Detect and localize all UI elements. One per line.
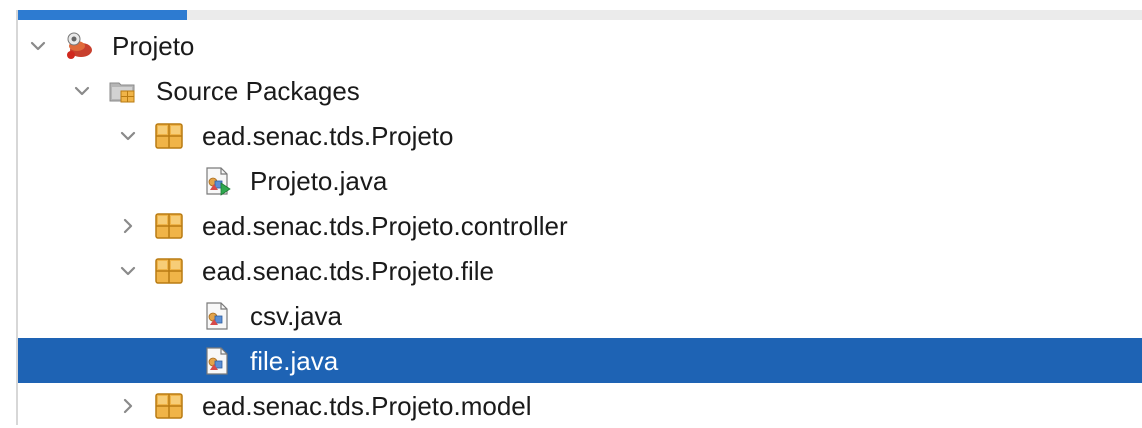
tree-node[interactable]: file.java: [18, 338, 1142, 383]
tree-node[interactable]: ead.senac.tds.Projeto.controller: [18, 203, 1142, 248]
java-main-class-icon: [202, 166, 232, 196]
java-class-icon: [202, 346, 232, 376]
tree-node[interactable]: Projeto: [18, 23, 1142, 68]
chevron-down-icon[interactable]: [26, 34, 50, 58]
java-class-icon: [202, 301, 232, 331]
chevron-down-icon[interactable]: [116, 259, 140, 283]
toggle-spacer: [164, 169, 188, 193]
progress-bar: [18, 10, 187, 20]
tree-node[interactable]: ead.senac.tds.Projeto.model: [18, 383, 1142, 428]
tree-node[interactable]: ead.senac.tds.Projeto.file: [18, 248, 1142, 293]
toggle-spacer: [164, 304, 188, 328]
chevron-down-icon[interactable]: [116, 124, 140, 148]
source-packages-folder-icon: [108, 76, 138, 106]
tree-node-label: Source Packages: [156, 75, 360, 106]
tree-node-label: csv.java: [250, 300, 342, 331]
tree-node[interactable]: Projeto.java: [18, 158, 1142, 203]
tree-node-label: file.java: [250, 345, 339, 376]
tree-node-label: Projeto: [112, 30, 195, 61]
project-tree: Projeto Source Packages ead.senac.tds.Proj…: [18, 23, 1142, 428]
chevron-right-icon[interactable]: [116, 394, 140, 418]
tree-node-label: ead.senac.tds.Projeto.model: [202, 390, 532, 421]
tree-node-label: ead.senac.tds.Projeto.file: [202, 255, 494, 286]
java-package-icon: [154, 211, 184, 241]
tree-node[interactable]: Source Packages: [18, 68, 1142, 113]
tree-node[interactable]: ead.senac.tds.Projeto: [18, 113, 1142, 158]
java-package-icon: [154, 256, 184, 286]
chevron-right-icon[interactable]: [116, 214, 140, 238]
maven-project-icon: [64, 31, 94, 61]
chevron-down-icon[interactable]: [70, 79, 94, 103]
tree-node-label: ead.senac.tds.Projeto.controller: [202, 210, 568, 241]
projects-panel: Projeto Source Packages ead.senac.tds.Proj…: [0, 0, 1142, 425]
tree-node-label: ead.senac.tds.Projeto: [202, 120, 454, 151]
java-package-icon: [154, 391, 184, 421]
toggle-spacer: [164, 349, 188, 373]
tree-node[interactable]: csv.java: [18, 293, 1142, 338]
tree-node-label: Projeto.java: [250, 165, 388, 196]
java-package-icon: [154, 121, 184, 151]
